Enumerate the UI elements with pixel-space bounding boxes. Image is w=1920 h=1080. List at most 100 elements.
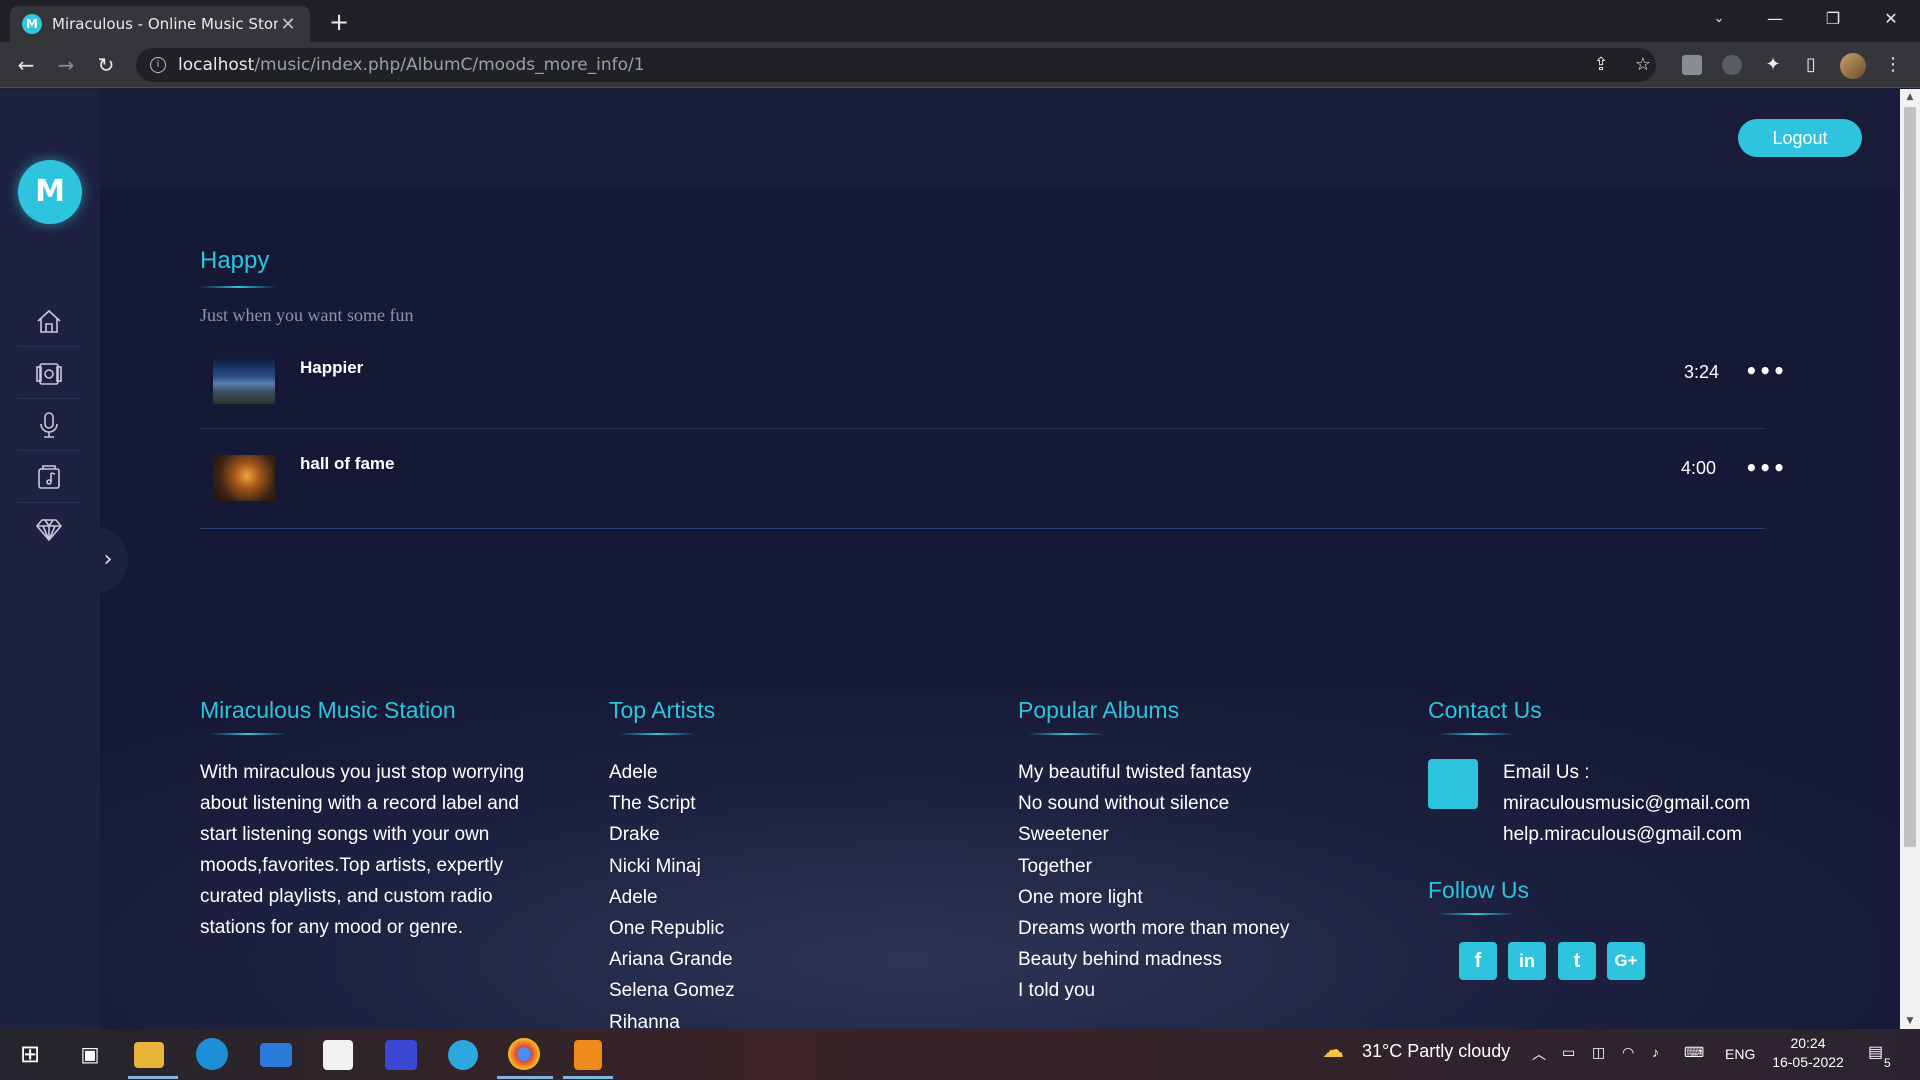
scroll-down-arrow[interactable]: ▼ bbox=[1900, 1013, 1920, 1029]
artist-link[interactable]: Drake bbox=[609, 819, 735, 850]
music-file-icon bbox=[38, 464, 60, 489]
weather-text[interactable]: 31°C Partly cloudy bbox=[1362, 1041, 1510, 1062]
show-hidden-icons-chevron-icon[interactable]: ︿ bbox=[1532, 1044, 1546, 1064]
tab-close-icon[interactable]: ✕ bbox=[278, 14, 298, 35]
tab-search-icon[interactable]: ⌄ bbox=[1690, 0, 1748, 38]
song-thumbnail bbox=[213, 358, 275, 404]
artist-link[interactable]: Adele bbox=[609, 882, 735, 913]
artist-link[interactable]: Ariana Grande bbox=[609, 944, 735, 975]
artist-link[interactable]: Selena Gomez bbox=[609, 975, 735, 1006]
page-scrollbar[interactable]: ▲ ▼ bbox=[1900, 89, 1920, 1029]
twitter-icon[interactable]: t bbox=[1558, 942, 1596, 980]
sidebar-item-genres[interactable] bbox=[18, 451, 80, 503]
back-button[interactable]: ← bbox=[10, 49, 42, 81]
store-icon[interactable] bbox=[323, 1040, 353, 1070]
active-indicator bbox=[563, 1076, 613, 1079]
file-explorer-icon[interactable] bbox=[134, 1042, 164, 1068]
heading-underline bbox=[1028, 733, 1104, 735]
album-link[interactable]: Together bbox=[1018, 851, 1289, 882]
popular-albums-list: My beautiful twisted fantasy No sound wi… bbox=[1018, 757, 1289, 1007]
battery-icon[interactable]: ▭ bbox=[1562, 1044, 1575, 1061]
footer-follow-heading: Follow Us bbox=[1428, 877, 1529, 903]
artist-link[interactable]: Adele bbox=[609, 757, 735, 788]
browser-tab[interactable]: M Miraculous - Online Music Store ✕ bbox=[10, 6, 310, 42]
bookmark-star-icon[interactable]: ☆ bbox=[1632, 54, 1654, 76]
song-row[interactable]: Happier 3:24 ••• bbox=[200, 333, 1785, 429]
song-duration: 3:24 bbox=[1684, 362, 1720, 382]
sidebar-item-albums[interactable] bbox=[18, 347, 80, 399]
linkedin-icon[interactable]: in bbox=[1508, 942, 1546, 980]
album-link[interactable]: My beautiful twisted fantasy bbox=[1018, 757, 1289, 788]
share-icon[interactable]: ⇪ bbox=[1590, 54, 1612, 76]
editor-app-icon[interactable] bbox=[385, 1040, 417, 1070]
new-tab-button[interactable]: + bbox=[325, 8, 353, 36]
email-link[interactable]: help.miraculous@gmail.com bbox=[1503, 819, 1750, 850]
extensions-puzzle-icon[interactable]: ✦ bbox=[1762, 54, 1784, 76]
album-link[interactable]: I told you bbox=[1018, 975, 1289, 1006]
camera-icon[interactable]: ◫ bbox=[1592, 1044, 1605, 1061]
album-link[interactable]: Beauty behind madness bbox=[1018, 944, 1289, 975]
sidebar-item-home[interactable] bbox=[18, 295, 80, 347]
telegram-icon[interactable] bbox=[448, 1040, 478, 1070]
tab-title: Miraculous - Online Music Store bbox=[52, 15, 278, 33]
address-bar[interactable]: i localhost/music/index.php/AlbumC/moods… bbox=[136, 48, 1656, 82]
song-row[interactable]: hall of fame 4:00 ••• bbox=[200, 431, 1785, 529]
album-link[interactable]: One more light bbox=[1018, 882, 1289, 913]
facebook-icon[interactable]: f bbox=[1459, 942, 1497, 980]
forward-button[interactable]: → bbox=[50, 49, 82, 81]
footer-contact-heading: Contact Us bbox=[1428, 697, 1542, 723]
windows-start-icon[interactable]: ⊞ bbox=[12, 1036, 48, 1072]
top-artists-list: Adele The Script Drake Nicki Minaj Adele… bbox=[609, 757, 735, 1038]
album-link[interactable]: No sound without silence bbox=[1018, 788, 1289, 819]
minimize-button[interactable]: — bbox=[1746, 0, 1804, 38]
chrome-icon[interactable] bbox=[508, 1038, 540, 1070]
restore-button[interactable]: ❐ bbox=[1804, 0, 1862, 38]
active-indicator bbox=[497, 1076, 553, 1079]
notifications-icon[interactable]: ▤ bbox=[1868, 1042, 1883, 1062]
system-clock[interactable]: 20:24 16-05-2022 bbox=[1768, 1034, 1848, 1072]
reload-button[interactable]: ↻ bbox=[90, 49, 122, 81]
mail-icon[interactable] bbox=[260, 1043, 292, 1067]
artist-link[interactable]: Nicki Minaj bbox=[609, 851, 735, 882]
sidebar-item-premium[interactable] bbox=[18, 503, 80, 555]
language-indicator[interactable]: ENG bbox=[1725, 1046, 1755, 1062]
title-underline bbox=[200, 286, 276, 288]
heading-underline bbox=[619, 733, 695, 735]
side-panel-icon[interactable]: ▯ bbox=[1800, 54, 1822, 76]
artist-link[interactable]: One Republic bbox=[609, 913, 735, 944]
album-link[interactable]: Dreams worth more than money bbox=[1018, 913, 1289, 944]
sidebar: M bbox=[0, 89, 100, 1029]
sidebar-item-artists[interactable] bbox=[18, 399, 80, 451]
volume-icon[interactable]: ♪ bbox=[1652, 1044, 1659, 1060]
app-logo[interactable]: M bbox=[18, 160, 82, 224]
weather-icon[interactable]: ☁ bbox=[1322, 1037, 1344, 1063]
email-link[interactable]: miraculousmusic@gmail.com bbox=[1503, 788, 1750, 819]
more-options-icon[interactable]: ••• bbox=[1745, 456, 1786, 480]
song-title[interactable]: hall of fame bbox=[300, 454, 394, 474]
more-options-icon[interactable]: ••• bbox=[1745, 359, 1786, 383]
heading-underline bbox=[1438, 913, 1514, 915]
keyboard-icon[interactable]: ⌨ bbox=[1684, 1044, 1704, 1061]
wifi-icon[interactable]: ◠ bbox=[1622, 1044, 1634, 1061]
google-plus-icon[interactable]: G+ bbox=[1607, 942, 1645, 980]
song-title[interactable]: Happier bbox=[300, 358, 363, 378]
window-close-button[interactable]: ✕ bbox=[1862, 0, 1920, 38]
email-label: Email Us : bbox=[1503, 762, 1590, 783]
artist-link[interactable]: The Script bbox=[609, 788, 735, 819]
logout-button[interactable]: Logout bbox=[1738, 119, 1862, 157]
sublime-text-icon[interactable] bbox=[574, 1040, 602, 1070]
edge-browser-icon[interactable] bbox=[196, 1038, 228, 1070]
album-link[interactable]: Sweetener bbox=[1018, 819, 1289, 850]
scroll-up-arrow[interactable]: ▲ bbox=[1900, 89, 1920, 105]
site-info-icon[interactable]: i bbox=[150, 57, 166, 73]
active-indicator bbox=[128, 1076, 178, 1079]
scroll-thumb[interactable] bbox=[1904, 107, 1916, 847]
task-view-icon[interactable]: ▣ bbox=[72, 1036, 108, 1072]
profile-avatar[interactable] bbox=[1840, 53, 1866, 79]
extension-icon[interactable] bbox=[1682, 55, 1702, 75]
footer-about-text: With miraculous you just stop worrying a… bbox=[200, 762, 525, 938]
browser-menu-icon[interactable]: ⋮ bbox=[1882, 54, 1904, 76]
clock-date: 16-05-2022 bbox=[1772, 1054, 1844, 1070]
extension-icon[interactable] bbox=[1722, 55, 1742, 75]
song-thumbnail bbox=[213, 455, 275, 501]
